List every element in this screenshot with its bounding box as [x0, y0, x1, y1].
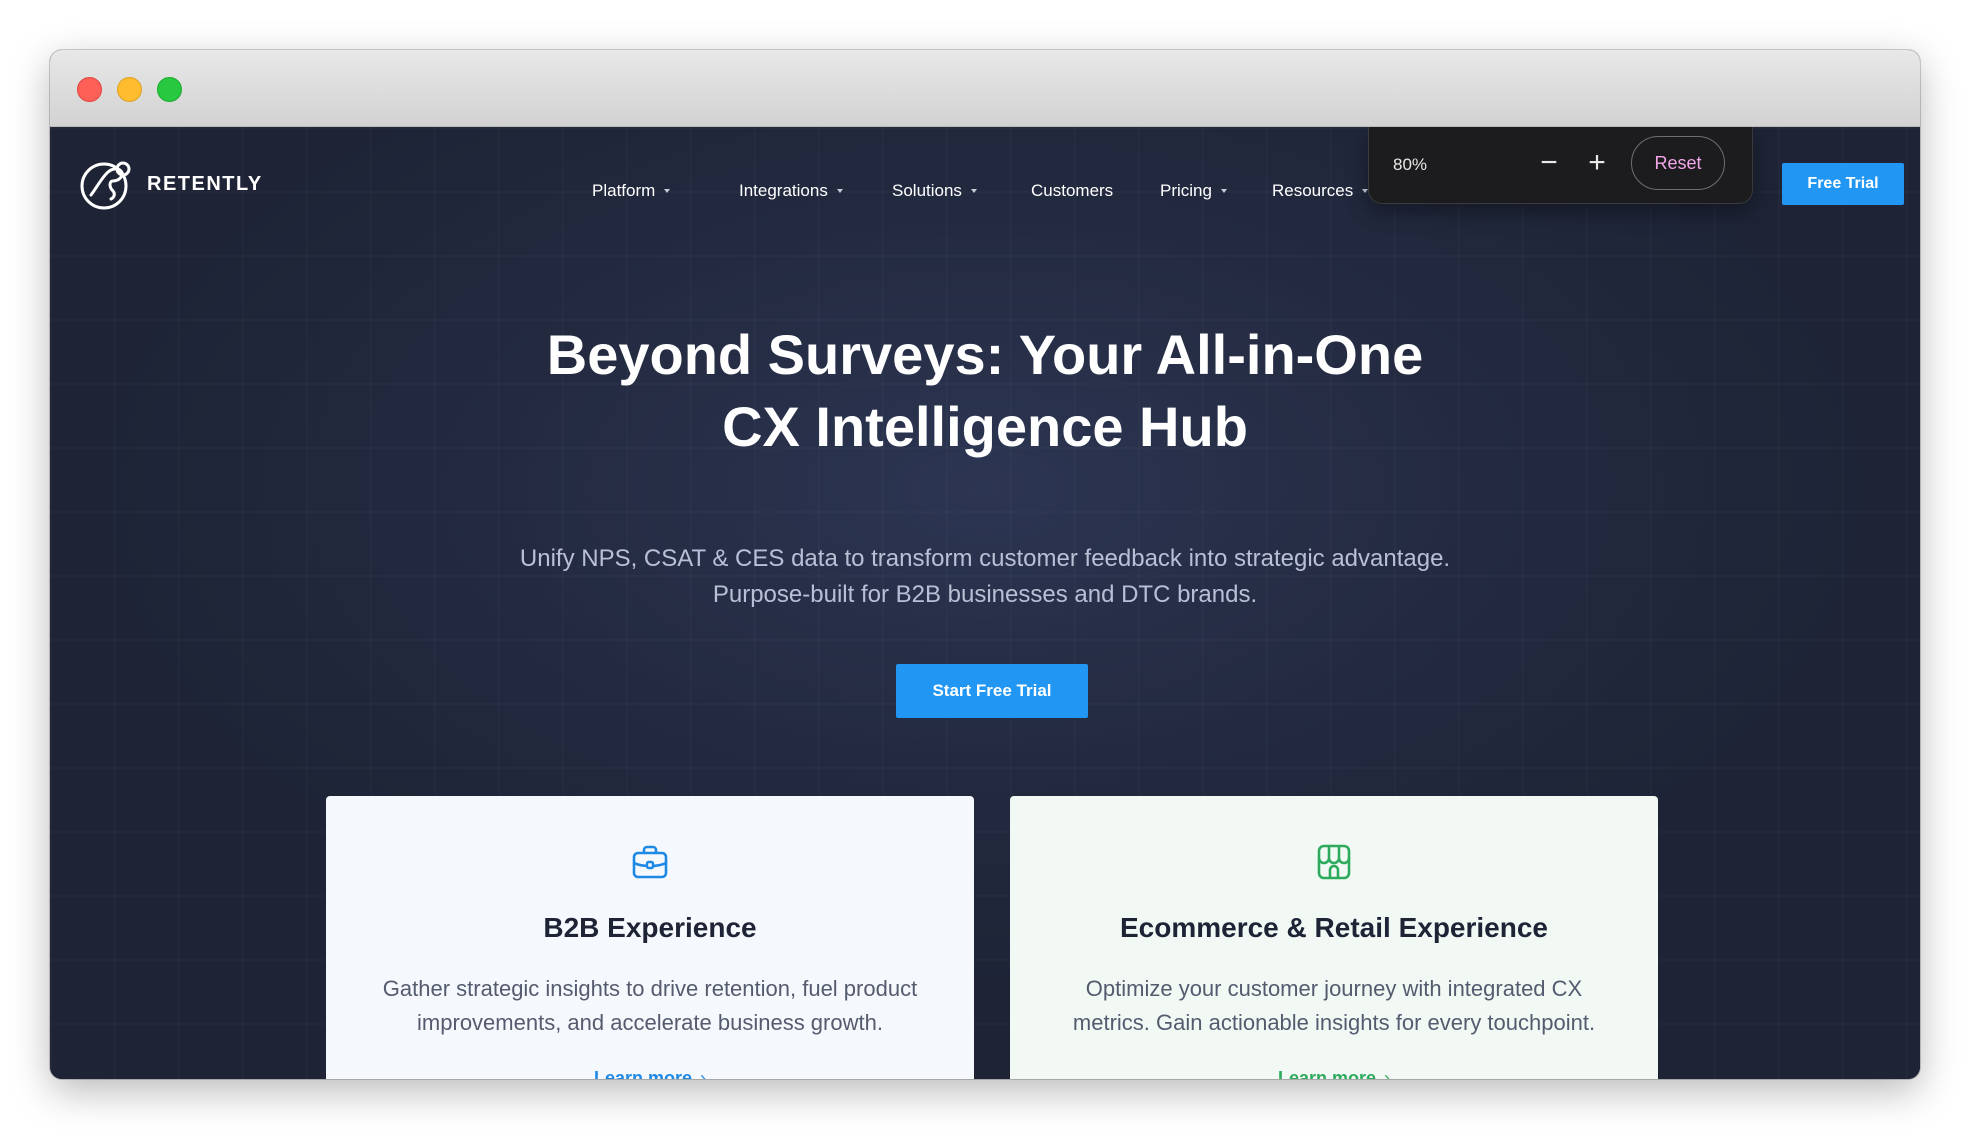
learn-more-link[interactable]: Learn more ›	[326, 1068, 974, 1079]
nav-item-resources[interactable]: Resources	[1272, 181, 1369, 201]
brand-name: RETENTLY	[147, 172, 263, 195]
nav-item-pricing[interactable]: Pricing	[1160, 181, 1227, 201]
start-free-trial-button[interactable]: Start Free Trial	[896, 664, 1088, 718]
b2b-card: B2B Experience Gather strategic insights…	[326, 796, 974, 1079]
maximize-window-button[interactable]	[157, 77, 182, 102]
nav-item-integrations[interactable]: Integrations	[739, 181, 843, 201]
zoom-out-button[interactable]: −	[1531, 145, 1567, 181]
web-page: RETENTLY Platform Integrations Solutions…	[50, 127, 1920, 1079]
chevron-right-icon: ›	[700, 1068, 707, 1079]
hero-title-line: Beyond Surveys: Your All-in-One	[546, 323, 1424, 386]
zoom-in-button[interactable]: +	[1579, 145, 1615, 181]
nav-item-customers[interactable]: Customers	[1031, 181, 1113, 201]
chevron-down-icon	[836, 189, 843, 193]
learn-more-label: Learn more	[593, 1068, 693, 1079]
card-description-line: improvements, and accelerate business gr…	[417, 1010, 883, 1035]
nav-item-label: Integrations	[739, 181, 828, 200]
learn-more-link[interactable]: Learn more ›	[1010, 1068, 1658, 1079]
brand-logo[interactable]: RETENTLY	[79, 157, 263, 211]
nav-item-solutions[interactable]: Solutions	[892, 181, 977, 201]
hero-title-line: CX Intelligence Hub	[722, 395, 1248, 458]
browser-window: RETENTLY Platform Integrations Solutions…	[50, 50, 1920, 1079]
nav-item-label: Solutions	[892, 181, 962, 200]
hero-title: Beyond Surveys: Your All-in-One CX Intel…	[50, 319, 1920, 463]
retently-logo-icon	[80, 161, 131, 210]
card-description: Gather strategic insights to drive reten…	[356, 972, 944, 1040]
card-title: B2B Experience	[543, 912, 757, 943]
nav-item-label: Pricing	[1160, 181, 1212, 200]
nav-item-platform[interactable]: Platform	[592, 181, 671, 201]
zoom-level: 80%	[1393, 155, 1428, 174]
card-title: Ecommerce & Retail Experience	[1120, 912, 1548, 943]
card-description: Optimize your customer journey with inte…	[1040, 972, 1628, 1040]
learn-more-label: Learn more	[1277, 1068, 1377, 1079]
minimize-window-button[interactable]	[117, 77, 142, 102]
briefcase-icon	[632, 845, 668, 879]
chevron-down-icon	[970, 189, 977, 193]
card-description-line: Gather strategic insights to drive reten…	[382, 976, 918, 1001]
nav-item-label: Resources	[1272, 181, 1354, 200]
free-trial-button[interactable]: Free Trial	[1782, 163, 1904, 205]
storefront-icon	[1317, 844, 1351, 880]
nav-item-label: Platform	[592, 181, 656, 200]
zoom-reset-button[interactable]: Reset	[1631, 136, 1725, 190]
chevron-down-icon	[664, 189, 671, 193]
card-description-line: Optimize your customer journey with inte…	[1085, 976, 1583, 1001]
title-bar	[50, 50, 1920, 127]
chevron-down-icon	[1220, 189, 1227, 193]
close-window-button[interactable]	[77, 77, 102, 102]
card-description-line: metrics. Gain actionable insights for ev…	[1072, 1010, 1596, 1035]
nav-item-label: Customers	[1031, 181, 1114, 200]
hero-subtitle-line: Purpose-built for B2B businesses and DTC…	[712, 581, 1258, 608]
hero-subtitle-line: Unify NPS, CSAT & CES data to transform …	[519, 545, 1451, 572]
chevron-right-icon: ›	[1384, 1068, 1391, 1079]
zoom-popup: 80% − + Reset	[1368, 127, 1753, 204]
hero-subtitle: Unify NPS, CSAT & CES data to transform …	[50, 541, 1920, 613]
ecommerce-card: Ecommerce & Retail Experience Optimize y…	[1010, 796, 1658, 1079]
